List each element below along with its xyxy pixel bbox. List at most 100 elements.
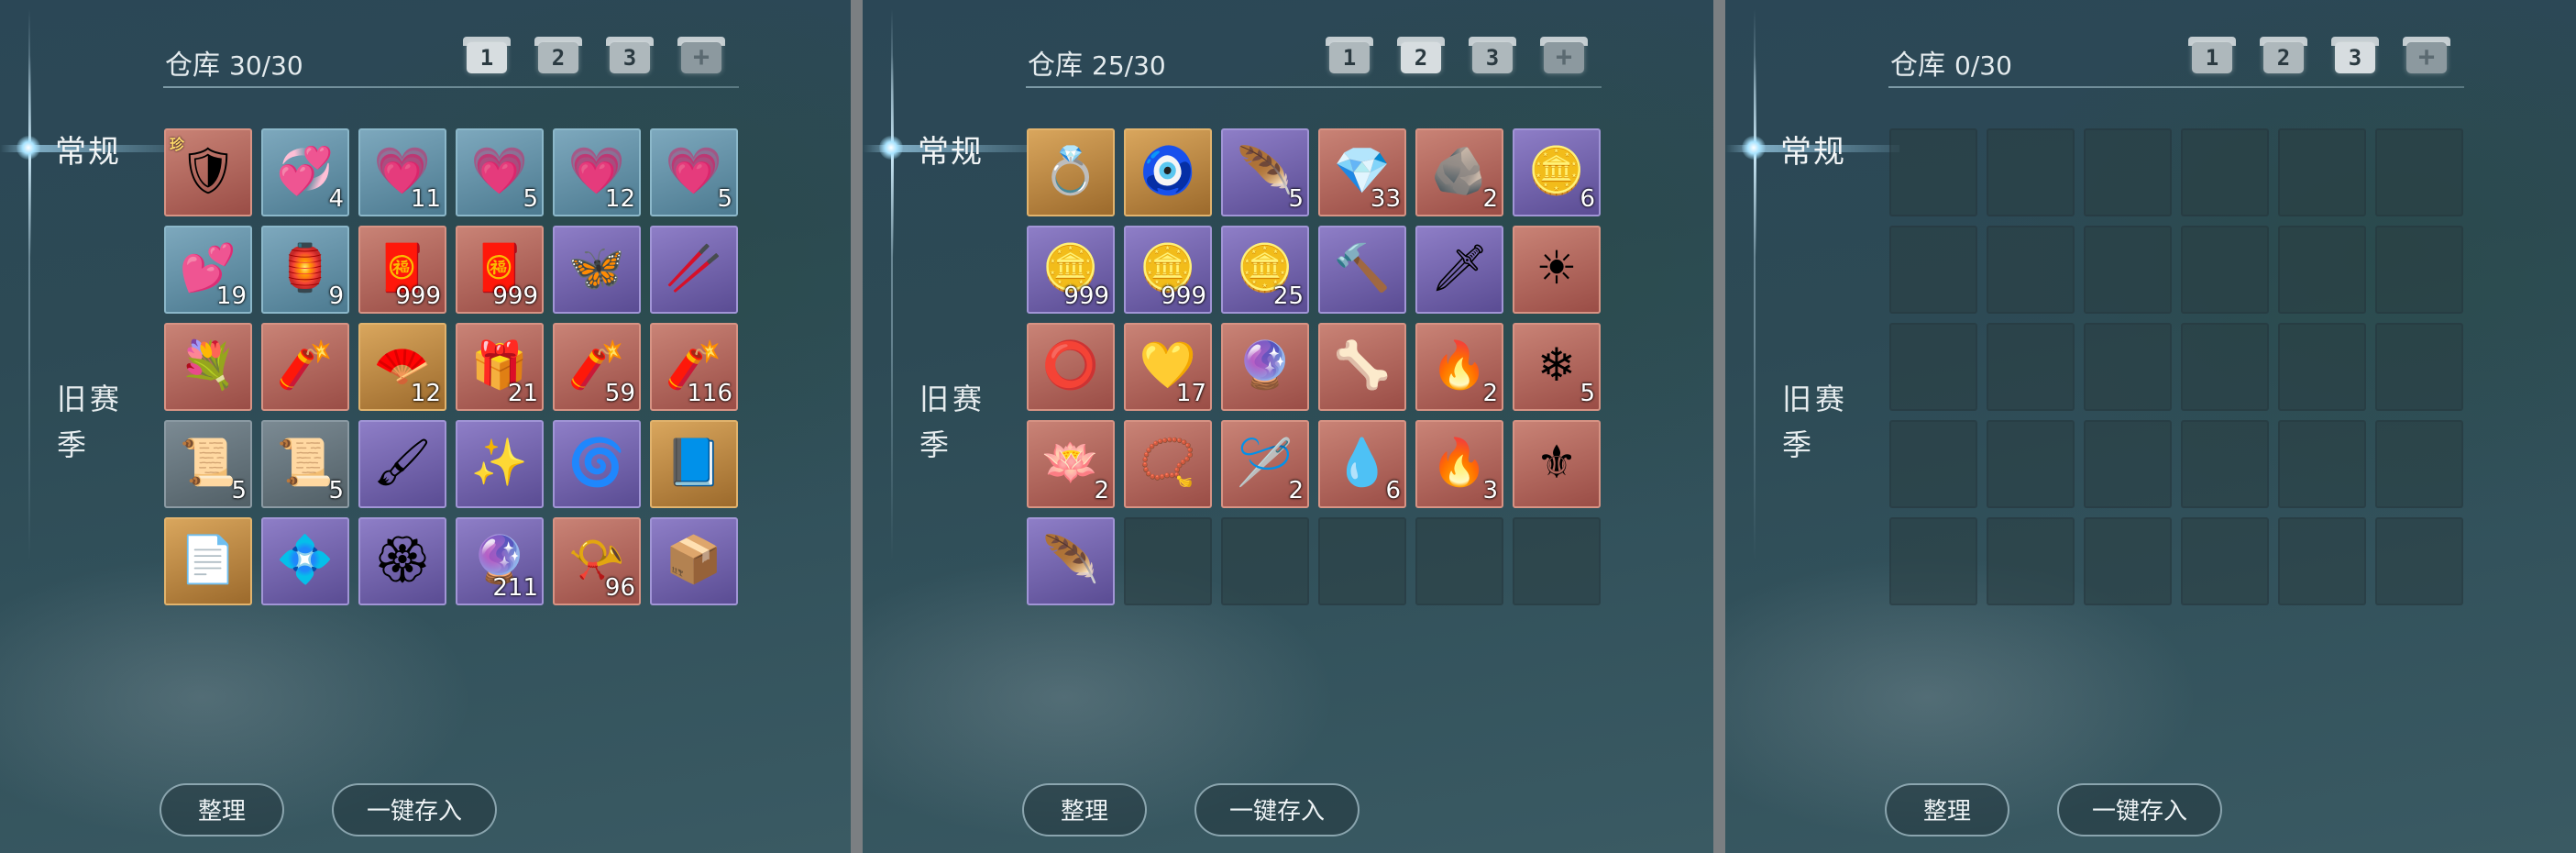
warehouse-panel-page-3: 常规 旧赛季 仓库 0/30 1 2 3 + 整理 一键存入 xyxy=(1725,0,2576,853)
item-slot[interactable]: 🧿 xyxy=(1124,128,1212,216)
tab-old-season[interactable]: 旧赛季 xyxy=(1782,376,1855,468)
active-tab-indicator-icon xyxy=(1742,136,1766,160)
item-slot[interactable]: 💛 17 xyxy=(1124,323,1212,411)
item-slot[interactable]: ⭕ xyxy=(1027,323,1115,411)
item-slot[interactable]: 💧 6 xyxy=(1318,420,1406,508)
store-all-button[interactable]: 一键存入 xyxy=(2057,783,2222,836)
item-slot[interactable]: 💗 5 xyxy=(650,128,738,216)
item-slot[interactable]: ⚜ xyxy=(1513,420,1601,508)
item-slot[interactable]: 🎁 21 xyxy=(456,323,544,411)
item-quantity: 6 xyxy=(1385,477,1401,504)
item-slot[interactable]: 📘 xyxy=(650,420,738,508)
item-slot[interactable]: 🔨 xyxy=(1318,226,1406,314)
amulet-icon: 🏵 xyxy=(373,533,432,586)
item-slot[interactable]: 📜 5 xyxy=(164,420,252,508)
item-slot[interactable]: 🧨 116 xyxy=(650,323,738,411)
item-slot[interactable]: 🦴 xyxy=(1318,323,1406,411)
empty-slot xyxy=(2278,323,2366,411)
item-slot[interactable]: ☀ xyxy=(1513,226,1601,314)
item-slot[interactable]: 📿 xyxy=(1124,420,1212,508)
item-slot[interactable]: 🌀 xyxy=(553,420,641,508)
tab-old-season[interactable]: 旧赛季 xyxy=(57,376,130,468)
item-slot[interactable]: 🗡 xyxy=(1415,226,1503,314)
item-quantity: 5 xyxy=(1580,380,1595,407)
item-slot[interactable]: 💠 xyxy=(261,517,349,605)
item-slot[interactable]: 🥢 xyxy=(650,226,738,314)
empty-slot xyxy=(2181,420,2269,508)
page-tab-1[interactable]: 1 xyxy=(2188,33,2240,79)
item-slot[interactable]: 🔮 211 xyxy=(456,517,544,605)
tab-general[interactable]: 常规 xyxy=(1780,127,1846,172)
sort-button[interactable]: 整理 xyxy=(1885,783,2009,836)
item-slot[interactable]: ❄ 5 xyxy=(1513,323,1601,411)
tab-general[interactable]: 常规 xyxy=(918,127,984,172)
tab-general[interactable]: 常规 xyxy=(55,127,121,172)
page-tab-3[interactable]: 3 xyxy=(606,33,657,79)
add-page-button[interactable]: + xyxy=(2403,33,2454,79)
item-slot[interactable]: 💕 19 xyxy=(164,226,252,314)
item-slot[interactable]: 📦 xyxy=(650,517,738,605)
item-slot[interactable]: 🪭 12 xyxy=(358,323,446,411)
item-slot[interactable]: 📯 96 xyxy=(553,517,641,605)
store-all-button[interactable]: 一键存入 xyxy=(1194,783,1360,836)
add-page-button[interactable]: + xyxy=(1540,33,1591,79)
item-slot[interactable]: ✨ xyxy=(456,420,544,508)
item-slot[interactable]: 🪙 999 xyxy=(1027,226,1115,314)
page-tab-2[interactable]: 2 xyxy=(2260,33,2311,79)
item-slot[interactable]: 💎 33 xyxy=(1318,128,1406,216)
item-slot[interactable]: 🪷 2 xyxy=(1027,420,1115,508)
item-slot[interactable]: 💗 5 xyxy=(456,128,544,216)
empty-slot xyxy=(2181,323,2269,411)
empty-slot xyxy=(2181,128,2269,216)
item-slot[interactable]: 💞 4 xyxy=(261,128,349,216)
page-tab-3[interactable]: 3 xyxy=(1469,33,1520,79)
item-slot[interactable]: 🪙 6 xyxy=(1513,128,1601,216)
jade-ring-icon: 💍 xyxy=(1041,144,1100,197)
item-slot[interactable]: 🏮 9 xyxy=(261,226,349,314)
page-tab-1[interactable]: 1 xyxy=(1326,33,1377,79)
jade-pendant-icon: 🧿 xyxy=(1139,144,1197,197)
item-slot[interactable]: 🦋 xyxy=(553,226,641,314)
store-all-button[interactable]: 一键存入 xyxy=(332,783,497,836)
item-slot[interactable]: 🪨 2 xyxy=(1415,128,1503,216)
item-quantity: 2 xyxy=(1482,185,1498,213)
item-slot[interactable]: 💍 xyxy=(1027,128,1115,216)
item-slot[interactable]: 🪡 2 xyxy=(1221,420,1309,508)
warehouse-title: 仓库 25/30 xyxy=(1028,42,1166,83)
item-quantity: 999 xyxy=(395,282,441,310)
item-slot[interactable]: 🧧 999 xyxy=(456,226,544,314)
item-slot[interactable]: 📜 5 xyxy=(261,420,349,508)
item-slot[interactable]: 🛡 珍 xyxy=(164,128,252,216)
item-quantity: 5 xyxy=(328,477,344,504)
item-slot[interactable]: 🧨 59 xyxy=(553,323,641,411)
item-slot[interactable]: 🔮 xyxy=(1221,323,1309,411)
item-slot[interactable]: 🪙 25 xyxy=(1221,226,1309,314)
page-tab-1[interactable]: 1 xyxy=(463,33,514,79)
page-tab-2[interactable]: 2 xyxy=(1397,33,1448,79)
item-slot[interactable]: 🧨 xyxy=(261,323,349,411)
item-slot[interactable]: 💗 12 xyxy=(553,128,641,216)
item-slot[interactable]: 🔥 2 xyxy=(1415,323,1503,411)
item-slot[interactable]: 🪙 999 xyxy=(1124,226,1212,314)
item-quantity: 11 xyxy=(410,185,441,213)
item-slot[interactable]: 🪶 xyxy=(1027,517,1115,605)
item-slot[interactable]: 📄 xyxy=(164,517,252,605)
warehouse-panel-page-1: 常规 旧赛季 仓库 30/30 1 2 3 + 🛡 珍 💞 4 💗 11 💗 5 💗 12 💗 5 💕 19… xyxy=(0,0,851,853)
sort-button[interactable]: 整理 xyxy=(1022,783,1147,836)
sort-button[interactable]: 整理 xyxy=(160,783,284,836)
item-quantity: 2 xyxy=(1094,477,1109,504)
item-slot[interactable]: 🖌 xyxy=(358,420,446,508)
item-slot[interactable]: 🪶 5 xyxy=(1221,128,1309,216)
add-page-button[interactable]: + xyxy=(677,33,729,79)
item-quantity: 2 xyxy=(1288,477,1304,504)
page-tab-2[interactable]: 2 xyxy=(534,33,586,79)
item-slot[interactable]: 💗 11 xyxy=(358,128,446,216)
page-tab-3[interactable]: 3 xyxy=(2331,33,2383,79)
empty-slot xyxy=(1889,226,1977,314)
item-slot[interactable]: 🏵 xyxy=(358,517,446,605)
item-slot[interactable]: 🔥 3 xyxy=(1415,420,1503,508)
item-slot[interactable]: 💐 xyxy=(164,323,252,411)
item-slot[interactable]: 🧧 999 xyxy=(358,226,446,314)
page-tab-1-label: 1 xyxy=(1342,45,1357,71)
tab-old-season[interactable]: 旧赛季 xyxy=(919,376,993,468)
